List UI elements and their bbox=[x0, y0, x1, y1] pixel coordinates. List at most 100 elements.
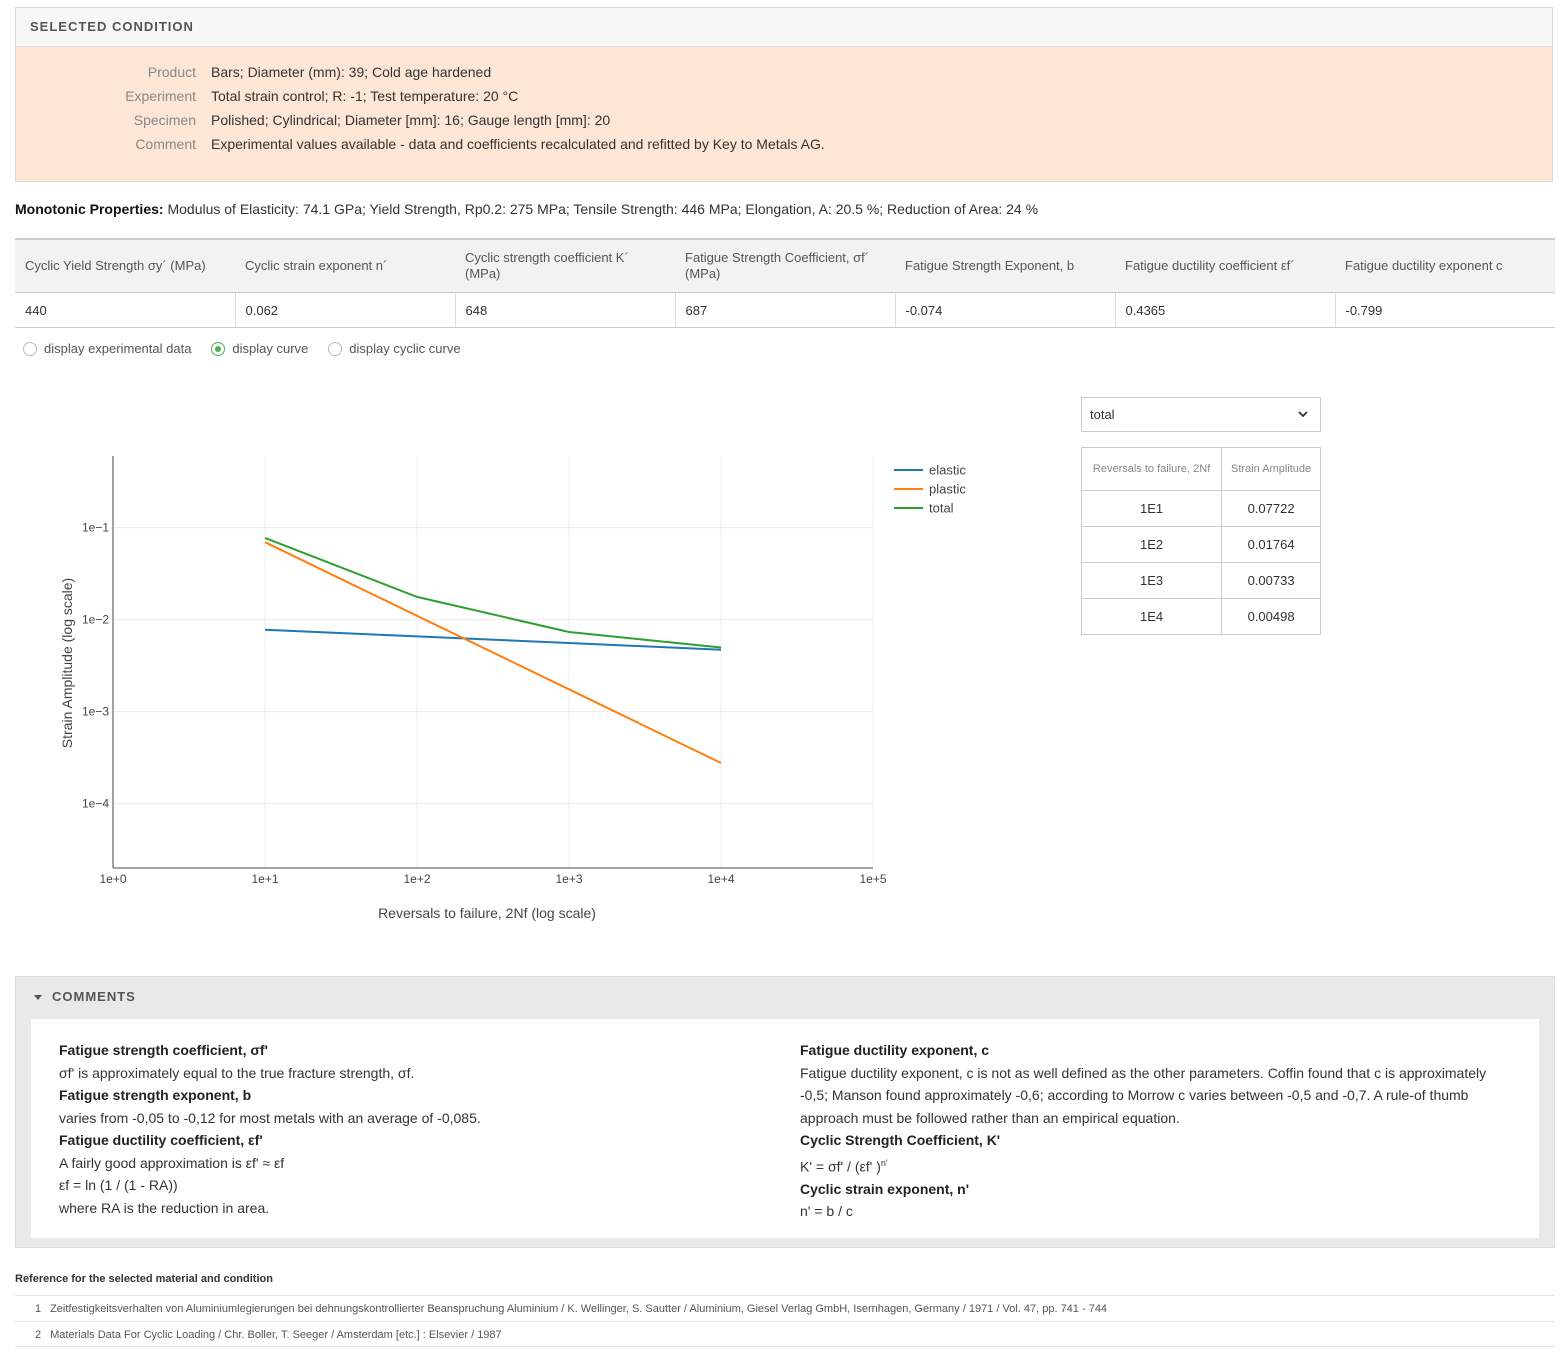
legend-label-elastic: elastic bbox=[929, 463, 966, 478]
value-fatigue-ductility-coefficient: 0.4365 bbox=[1115, 292, 1336, 328]
formula-text: K' = σf' / (εf' ) bbox=[800, 1158, 881, 1175]
radio-circle[interactable] bbox=[328, 341, 343, 356]
reference-item: 1 Zeitfestigkeitsverhalten von Aluminium… bbox=[15, 1295, 1555, 1321]
strain-life-chart: 1e+0 1e+1 1e+2 1e+3 1e+4 1e+5 1e−4 1e−3 1e−2 1e−1… bbox=[59, 456, 966, 921]
comment-heading: Cyclic strain exponent, n' bbox=[800, 1180, 970, 1197]
table-row: 440 0.062 648 687 -0.074 0.4365 -0.799 bbox=[15, 292, 1555, 328]
header-fatigue-strength-coefficient: Fatigue Strength Coefficient, σf´ (MPa) bbox=[675, 238, 895, 293]
reversals-cell: 1E4 bbox=[1080, 598, 1223, 635]
experiment-label: Experiment bbox=[125, 88, 196, 104]
legend-label-plastic: plastic bbox=[929, 482, 966, 497]
comments-body: Fatigue strength coefficient, σf' σf' is… bbox=[31, 1019, 1539, 1238]
value-cyclic-yield-strength: 440 bbox=[15, 292, 236, 328]
monotonic-value: Modulus of Elasticity: 74.1 GPa; Yield S… bbox=[167, 201, 1039, 217]
x-tick-label: 1e+4 bbox=[707, 872, 734, 886]
comment-heading: Fatigue strength coefficient, σf' bbox=[59, 1042, 268, 1058]
radio-label: display curve bbox=[232, 341, 309, 356]
selected-condition-rows: Product Bars; Diameter (mm): 39; Cold age… bbox=[16, 62, 825, 158]
selected-condition-header: SELECTED CONDITION bbox=[16, 8, 1552, 47]
reference-item: 2 Materials Data For Cyclic Loading / Ch… bbox=[15, 1321, 1555, 1347]
comment-label: Comment bbox=[135, 136, 196, 152]
radio-display-curve[interactable]: display curve bbox=[211, 341, 308, 356]
product-label: Product bbox=[147, 64, 196, 80]
comment-heading: Fatigue strength exponent, b bbox=[59, 1087, 252, 1103]
experiment-row: Experiment Total strain control; R: -1; T… bbox=[16, 86, 825, 110]
curve-select-dropdown[interactable]: total bbox=[1081, 397, 1321, 432]
reference-number: 2 bbox=[35, 1329, 42, 1341]
x-tick-label: 1e+2 bbox=[403, 872, 430, 886]
table-header-row: Cyclic Yield Strength σy´ (MPa) Cyclic s… bbox=[15, 238, 1555, 293]
comment-row: Comment Experimental values available - d… bbox=[16, 134, 825, 158]
chevron-down-icon bbox=[1298, 411, 1308, 418]
value-fatigue-strength-coefficient: 687 bbox=[675, 292, 896, 328]
x-tick-label: 1e+0 bbox=[99, 872, 126, 886]
dropdown-value: total bbox=[1090, 407, 1115, 422]
legend-label-total: total bbox=[929, 501, 954, 516]
comments-title: COMMENTS bbox=[52, 989, 136, 1004]
radio-display-cyclic-curve[interactable]: display cyclic curve bbox=[328, 341, 461, 356]
header-fatigue-ductility-exponent: Fatigue ductility exponent c bbox=[1335, 238, 1555, 293]
x-tick-label: 1e+3 bbox=[555, 872, 582, 886]
value-cyclic-strength-coefficient: 648 bbox=[455, 292, 676, 328]
comment-text: varies from -0,05 to -0,12 for most meta… bbox=[59, 1109, 481, 1126]
header-reversals: Reversals to failure, 2Nf bbox=[1080, 447, 1223, 491]
radio-circle[interactable] bbox=[211, 341, 226, 356]
y-axis-label: Strain Amplitude (log scale) bbox=[59, 578, 75, 748]
strain-cell: 0.07722 bbox=[1221, 490, 1321, 527]
value-fatigue-strength-exponent: -0.074 bbox=[895, 292, 1116, 328]
table-header-row: Reversals to failure, 2Nf Strain Amplitu… bbox=[1080, 447, 1321, 491]
reversals-cell: 1E2 bbox=[1080, 526, 1223, 563]
comment-heading: Fatigue ductility exponent, c bbox=[800, 1042, 990, 1058]
reference-text: Materials Data For Cyclic Loading / Chr.… bbox=[50, 1329, 502, 1341]
header-cyclic-yield-strength: Cyclic Yield Strength σy´ (MPa) bbox=[15, 238, 235, 293]
radio-display-experimental-data[interactable]: display experimental data bbox=[23, 341, 191, 356]
comments-left-column: Fatigue strength coefficient, σf' σf' is… bbox=[59, 1039, 759, 1219]
strain-cell: 0.00498 bbox=[1221, 598, 1321, 635]
reference-number: 1 bbox=[35, 1303, 42, 1315]
specimen-label: Specimen bbox=[133, 112, 196, 128]
header-cyclic-strain-exponent: Cyclic strain exponent n´ bbox=[235, 238, 455, 293]
strain-amplitude-table: Reversals to failure, 2Nf Strain Amplitu… bbox=[1080, 447, 1321, 635]
collapse-triangle-icon bbox=[34, 995, 42, 1001]
reversals-cell: 1E1 bbox=[1080, 490, 1223, 527]
comment-text: Fatigue ductility exponent, c is not as … bbox=[800, 1064, 1487, 1126]
experiment-value: Total strain control; R: -1; Test temper… bbox=[211, 88, 519, 104]
comment-heading: Fatigue ductility coefficient, εf' bbox=[59, 1132, 263, 1148]
radio-label: display experimental data bbox=[44, 341, 192, 356]
x-tick-label: 1e+5 bbox=[859, 872, 886, 886]
cyclic-properties-table: Cyclic Yield Strength σy´ (MPa) Cyclic s… bbox=[15, 238, 1555, 328]
header-fatigue-ductility-coefficient: Fatigue ductility coefficient εf´ bbox=[1115, 238, 1335, 293]
radio-label: display cyclic curve bbox=[349, 341, 461, 356]
value-fatigue-ductility-exponent: -0.799 bbox=[1335, 292, 1555, 328]
radio-circle[interactable] bbox=[23, 341, 37, 356]
y-tick-label: 1e−3 bbox=[82, 705, 109, 719]
y-tick-label: 1e−1 bbox=[82, 521, 109, 535]
value-cyclic-strain-exponent: 0.062 bbox=[235, 292, 456, 328]
references-title: Reference for the selected material and … bbox=[15, 1273, 273, 1285]
monotonic-label: Monotonic Properties: bbox=[15, 201, 164, 217]
specimen-row: Specimen Polished; Cylindrical; Diameter … bbox=[16, 110, 825, 134]
table-row: 1E2 0.01764 bbox=[1080, 526, 1321, 563]
comments-toggle[interactable]: COMMENTS bbox=[16, 977, 1554, 1017]
comment-text: εf = ln (1 / (1 - RA)) bbox=[59, 1177, 178, 1193]
y-tick-label: 1e−4 bbox=[82, 797, 109, 811]
y-tick-label: 1e−2 bbox=[82, 613, 109, 627]
comment-heading: Cyclic Strength Coefficient, K' bbox=[800, 1132, 1001, 1148]
comments-panel: COMMENTS Fatigue strength coefficient, σ… bbox=[15, 976, 1555, 1248]
strain-cell: 0.01764 bbox=[1221, 526, 1321, 563]
table-row: 1E3 0.00733 bbox=[1080, 562, 1321, 599]
comment-text: σf' is approximately equal to the true f… bbox=[59, 1064, 415, 1081]
header-strain-amplitude: Strain Amplitude bbox=[1221, 447, 1321, 491]
product-value: Bars; Diameter (mm): 39; Cold age harden… bbox=[211, 64, 492, 80]
formula-exponent: n' bbox=[880, 1157, 888, 1168]
table-row: 1E1 0.07722 bbox=[1080, 490, 1321, 527]
series-line-total bbox=[264, 536, 722, 649]
comment-formula: K' = σf' / (εf' )n' bbox=[800, 1152, 1500, 1178]
selected-condition-panel: SELECTED CONDITION Product Bars; Diameter… bbox=[15, 7, 1553, 182]
header-cyclic-strength-coefficient: Cyclic strength coefficient K´ (MPa) bbox=[455, 238, 675, 293]
header-fatigue-strength-exponent: Fatigue Strength Exponent, b bbox=[895, 238, 1115, 293]
specimen-value: Polished; Cylindrical; Diameter [mm]: 16… bbox=[211, 112, 611, 128]
comment-value: Experimental values available - data and… bbox=[211, 136, 825, 152]
monotonic-properties: Monotonic Properties: Modulus of Elastic… bbox=[15, 201, 1038, 217]
x-tick-label: 1e+1 bbox=[251, 872, 278, 886]
